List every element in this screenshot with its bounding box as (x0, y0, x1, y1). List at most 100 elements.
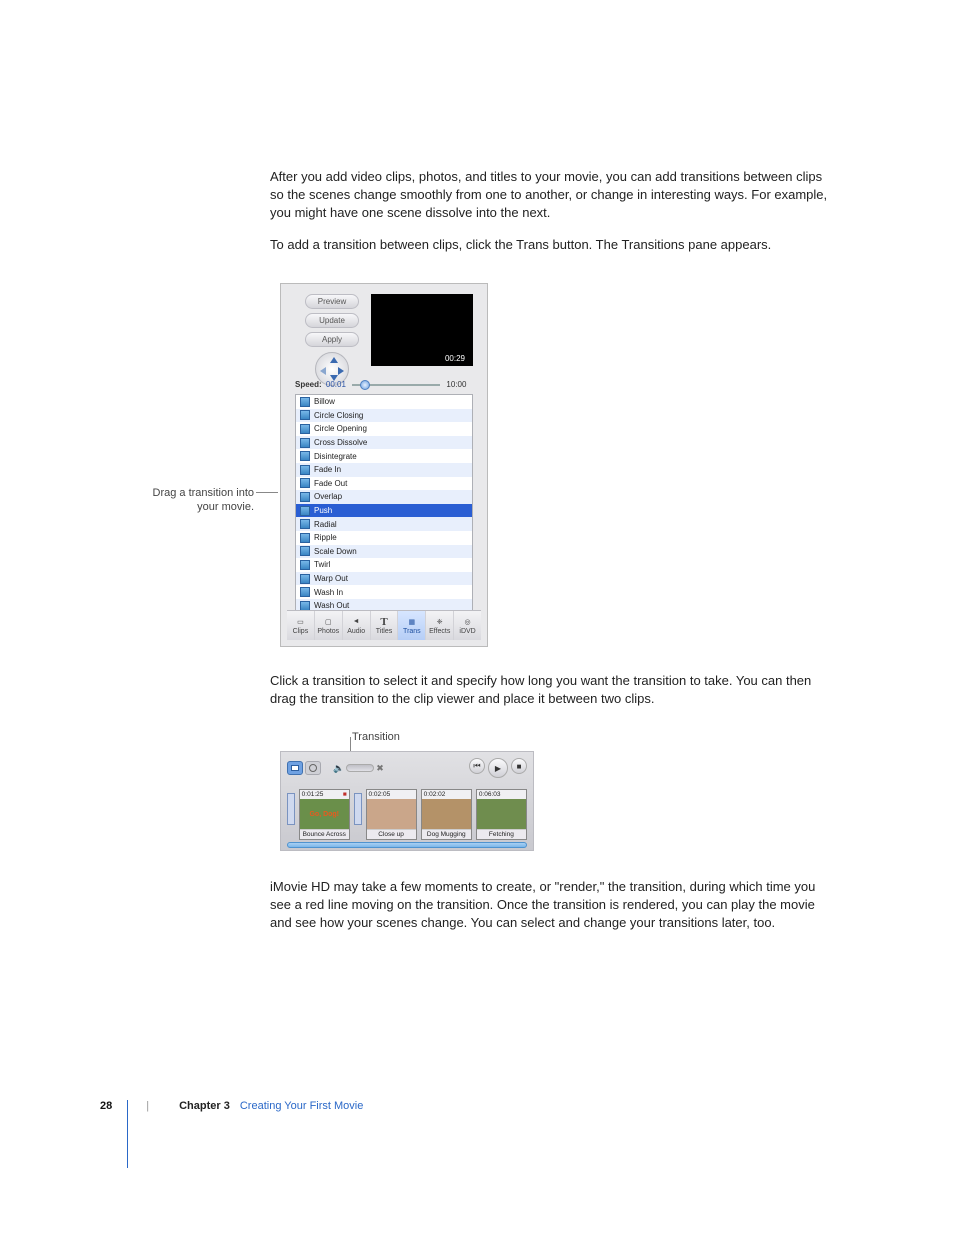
transition-item-scale-down[interactable]: Scale Down (296, 545, 472, 559)
transition-icon (300, 587, 310, 597)
transition-icon (300, 424, 310, 434)
tab-titles[interactable]: TTitles (371, 611, 399, 640)
preview-timecode: 00:29 (445, 354, 465, 363)
update-button[interactable]: Update (305, 313, 359, 328)
transition-label: Circle Closing (314, 411, 363, 420)
transition-icon (300, 397, 310, 407)
clip-item[interactable]: 0:06:03Fetching (476, 789, 527, 840)
play-button[interactable]: ▶ (488, 758, 508, 778)
transition-icon (300, 519, 310, 529)
transition-item-wash-in[interactable]: Wash In (296, 585, 472, 599)
transition-item-disintegrate[interactable]: Disintegrate (296, 449, 472, 463)
idvd-icon: ◎ (461, 616, 475, 627)
chapter-title: Creating Your First Movie (240, 1100, 364, 1112)
tab-effects[interactable]: ❈Effects (426, 611, 454, 640)
transition-label: Cross Dissolve (314, 438, 367, 447)
transition-label: Fade In (314, 465, 341, 474)
photos-icon: ▢ (321, 616, 335, 627)
tab-label: Photos (317, 628, 339, 635)
transitions-list[interactable]: Billow Circle Closing Circle Opening Cross … (295, 394, 473, 612)
transition-item-cross-dissolve[interactable]: Cross Dissolve (296, 436, 472, 450)
apply-button[interactable]: Apply (305, 332, 359, 347)
stop-icon: ■ (517, 762, 522, 771)
rewind-button[interactable]: ⏮ (469, 758, 485, 774)
timeline-scrollbar[interactable] (287, 842, 527, 848)
transition-item-warp-out[interactable]: Warp Out (296, 572, 472, 586)
transition-icon (300, 478, 310, 488)
paragraph-rendering: iMovie HD may take a few moments to crea… (270, 878, 830, 932)
clip-name: Fetching (477, 829, 526, 839)
transition-label: Billow (314, 397, 335, 406)
preview-button[interactable]: Preview (305, 294, 359, 309)
transition-item-push[interactable]: Push (296, 504, 472, 518)
speed-slider[interactable] (352, 382, 440, 388)
tab-photos[interactable]: ▢Photos (315, 611, 343, 640)
transition-item-twirl[interactable]: Twirl (296, 558, 472, 572)
callout-drag-line2: your movie. (197, 501, 254, 513)
film-icon (291, 765, 299, 771)
rewind-icon: ⏮ (473, 761, 480, 771)
stop-button[interactable]: ■ (511, 758, 527, 774)
transition-item-radial[interactable]: Radial (296, 517, 472, 531)
transition-item-ripple[interactable]: Ripple (296, 531, 472, 545)
transition-label: Push (314, 506, 332, 515)
transition-icon (300, 492, 310, 502)
transition-icon (300, 574, 310, 584)
transition-label: Circle Opening (314, 424, 367, 433)
play-icon: ▶ (495, 764, 501, 773)
transition-icon (300, 560, 310, 570)
clip-view-button[interactable] (287, 761, 303, 775)
transition-chip[interactable] (354, 793, 362, 825)
transition-item-circle-closing[interactable]: Circle Closing (296, 409, 472, 423)
clip-duration: 0:02:05 (369, 791, 391, 798)
clip-name: Bounce Across (300, 829, 349, 839)
volume-slider[interactable] (346, 764, 374, 772)
transition-item-fade-in[interactable]: Fade In (296, 463, 472, 477)
callout-drag-line1: Drag a transition into (153, 487, 255, 499)
transition-chip[interactable] (287, 793, 295, 825)
speaker-icon: 🔈 (333, 763, 344, 774)
titles-icon: T (377, 616, 391, 627)
page-footer: 28 | Chapter 3 Creating Your First Movie (100, 1100, 363, 1112)
effects-icon: ❈ (433, 616, 447, 627)
tab-label: Effects (429, 628, 450, 635)
transition-item-overlap[interactable]: Overlap (296, 490, 472, 504)
transition-item-billow[interactable]: Billow (296, 395, 472, 409)
tab-audio[interactable]: ◄Audio (343, 611, 371, 640)
clip-name: Close up (367, 829, 416, 839)
transition-label: Scale Down (314, 547, 357, 556)
transition-icon (300, 438, 310, 448)
tab-label: Audio (347, 628, 365, 635)
preview-monitor: 00:29 (371, 294, 473, 366)
tab-idvd[interactable]: ◎iDVD (454, 611, 481, 640)
clip-thumbnail (367, 799, 416, 829)
tab-label: iDVD (459, 628, 475, 635)
clips-icon: ▭ (293, 616, 307, 627)
clip-name: Dog Mugging (422, 829, 471, 839)
clip-duration: 0:01:25 (302, 791, 324, 798)
transition-item-fade-out[interactable]: Fade Out (296, 477, 472, 491)
zoom-icon: ✖ (376, 763, 384, 774)
clip-item[interactable]: 0:02:05 Close up (366, 789, 417, 840)
tab-label: Clips (293, 628, 309, 635)
clip-item[interactable]: 0:02:02 Dog Mugging (421, 789, 472, 840)
transition-icon (300, 465, 310, 475)
chapter-label: Chapter 3 (179, 1100, 230, 1112)
tab-label: Titles (376, 628, 392, 635)
transition-label: Overlap (314, 492, 342, 501)
timeline-view-button[interactable] (305, 761, 321, 775)
transition-icon (300, 546, 310, 556)
paragraph-select-drag: Click a transition to select it and spec… (270, 672, 830, 708)
page-number: 28 (100, 1100, 112, 1112)
speed-min: 00:01 (326, 380, 346, 389)
transition-icon (300, 533, 310, 543)
transition-label: Wash In (314, 588, 343, 597)
clip-duration: 0:02:02 (424, 791, 446, 798)
tab-clips[interactable]: ▭Clips (287, 611, 315, 640)
timeline-figure: 🔈 ✖ ⏮ ▶ ■ 0:01:25■Go, Dog!Bounce Across0… (280, 751, 534, 851)
clip-flag-icon: ■ (343, 791, 347, 798)
transition-icon (300, 410, 310, 420)
clip-item[interactable]: 0:01:25■Go, Dog!Bounce Across (299, 789, 350, 840)
transition-item-circle-opening[interactable]: Circle Opening (296, 422, 472, 436)
tab-trans[interactable]: ▦Trans (398, 611, 426, 640)
